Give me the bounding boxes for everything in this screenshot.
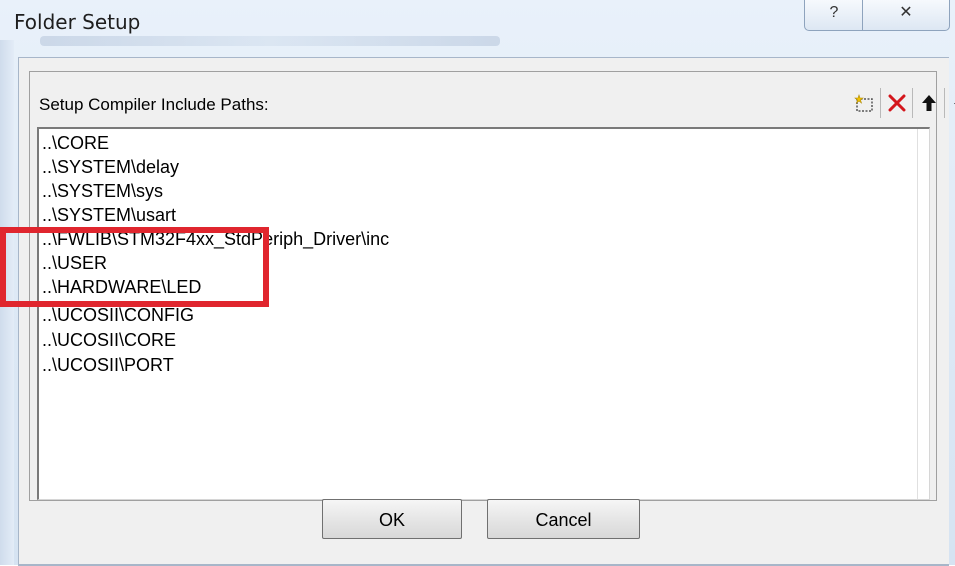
list-item[interactable]: ..\CORE [42,131,109,155]
list-item[interactable]: ..\SYSTEM\sys [42,179,163,203]
highlight-annotation [0,227,269,307]
move-up-button[interactable] [912,88,944,118]
dialog-window: Folder Setup ? ✕ Setup Compiler Include … [0,0,955,565]
list-item[interactable]: ..\UCOSII\PORT [42,353,174,377]
delete-path-button[interactable] [880,88,912,118]
new-path-button[interactable] [848,88,880,118]
move-up-icon [918,92,940,114]
move-down-icon [950,92,955,114]
list-toolbar [848,88,955,120]
include-paths-label: Setup Compiler Include Paths: [39,95,269,115]
help-icon: ? [830,4,839,21]
help-button[interactable]: ? [804,0,864,31]
include-paths-list[interactable]: ..\CORE ..\SYSTEM\delay ..\SYSTEM\sys ..… [37,127,930,500]
ok-button[interactable]: OK [322,499,462,539]
new-folder-icon [853,92,875,114]
dialog-client: Setup Compiler Include Paths: [18,57,949,566]
close-button[interactable]: ✕ [862,0,950,31]
close-icon: ✕ [899,4,912,21]
move-down-button[interactable] [944,88,955,118]
vertical-scrollbar[interactable] [917,129,929,499]
window-title: Folder Setup [14,10,140,34]
background-blur [40,36,500,46]
list-item[interactable]: ..\UCOSII\CORE [42,328,176,352]
list-item[interactable]: ..\SYSTEM\usart [42,203,176,227]
delete-icon [886,92,908,114]
cancel-button[interactable]: Cancel [487,499,640,539]
list-item[interactable]: ..\SYSTEM\delay [42,155,179,179]
